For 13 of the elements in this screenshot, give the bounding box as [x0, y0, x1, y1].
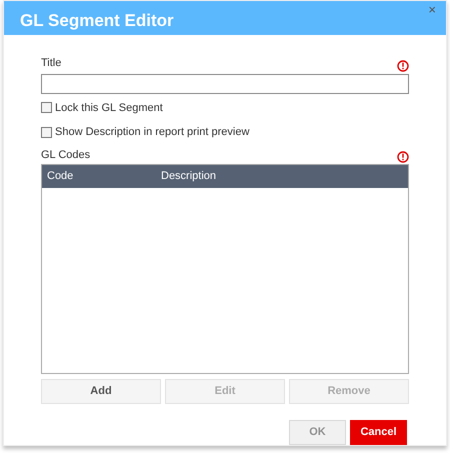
column-header: Code [47, 169, 74, 184]
checkbox[interactable] [41, 126, 52, 138]
dialog-title: GL Segment Editor [20, 10, 174, 32]
column-header: Description [161, 169, 216, 184]
section-label: GL Codes [41, 148, 90, 162]
checkbox[interactable] [41, 102, 52, 114]
close-button[interactable]: × [428, 3, 436, 16]
checkbox-label: Show Description in report print preview [55, 125, 250, 140]
table-action-button[interactable]: Add [41, 379, 161, 404]
title-input[interactable] [41, 74, 409, 94]
checkbox-label: Lock this GL Segment [55, 100, 163, 116]
field-label: Title [41, 56, 62, 71]
cancel-button[interactable]: Cancel [350, 420, 407, 445]
